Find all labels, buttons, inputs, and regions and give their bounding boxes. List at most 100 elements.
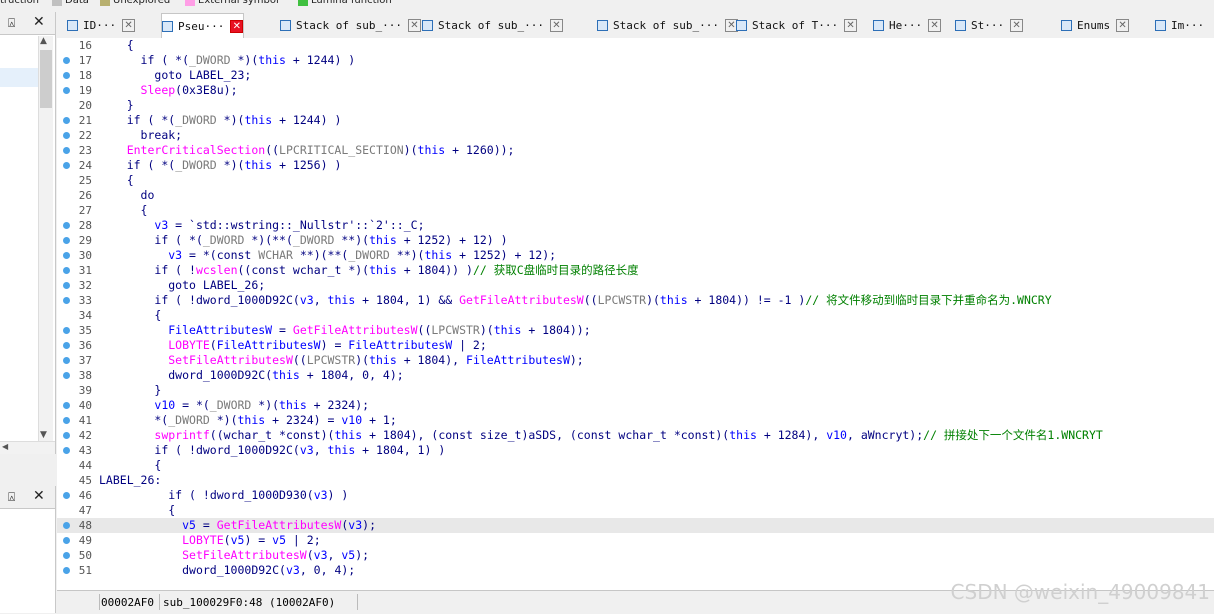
- pseudocode-view[interactable]: 16 {17 if ( *(_DWORD *)(this + 1244) ) 18…: [57, 38, 1214, 590]
- horizontal-scrollbar[interactable]: ◀: [0, 441, 55, 454]
- code-line[interactable]: 45 LABEL_26:: [57, 473, 1214, 488]
- tab-close-icon[interactable]: ✕: [1010, 18, 1024, 32]
- code-line[interactable]: 32 goto LABEL_26;: [57, 278, 1214, 293]
- vertical-scrollbar[interactable]: ▲ ▼: [38, 36, 53, 442]
- tab-9[interactable]: Enums ✕: [1061, 14, 1130, 36]
- code-line[interactable]: 44 {: [57, 458, 1214, 473]
- tab-label: Stack of sub_···: [438, 18, 544, 32]
- legend-label: External symbol: [198, 0, 279, 6]
- code-line[interactable]: 22 break;: [57, 128, 1214, 143]
- code-line[interactable]: 24 if ( *(_DWORD *)(this + 1256) ): [57, 158, 1214, 173]
- code-line[interactable]: 16 {: [57, 38, 1214, 53]
- tab-close-icon[interactable]: ✕: [122, 18, 136, 32]
- scroll-down-icon[interactable]: ▼: [40, 430, 47, 440]
- close-icon[interactable]: ✕: [33, 14, 45, 30]
- breakpoint-dot-icon[interactable]: [63, 402, 70, 409]
- breakpoint-dot-icon[interactable]: [63, 327, 70, 334]
- breakpoint-dot-icon[interactable]: [63, 372, 70, 379]
- breakpoint-dot-icon[interactable]: [63, 567, 70, 574]
- tab-close-icon[interactable]: ✕: [407, 18, 421, 32]
- tab-6[interactable]: Stack of T··· ✕: [736, 14, 858, 36]
- line-number: 33: [78, 294, 92, 307]
- breakpoint-dot-icon[interactable]: [63, 72, 70, 79]
- code-line[interactable]: 19 Sleep(0x3E8u);: [57, 83, 1214, 98]
- tab-3[interactable]: Stack of sub_··· ✕: [280, 14, 421, 36]
- code-line[interactable]: 37 SetFileAttributesW((LPCWSTR)(this + 1…: [57, 353, 1214, 368]
- code-text: dword_1000D92C(this + 1804, 0, 4);: [168, 368, 404, 382]
- code-line[interactable]: 21 if ( *(_DWORD *)(this + 1244) ): [57, 113, 1214, 128]
- pin-icon[interactable]: ⍓: [8, 16, 15, 31]
- code-line[interactable]: 23 EnterCriticalSection((LPCRITICAL_SECT…: [57, 143, 1214, 158]
- breakpoint-dot-icon[interactable]: [63, 357, 70, 364]
- breakpoint-dot-icon[interactable]: [63, 237, 70, 244]
- code-line[interactable]: 17 if ( *(_DWORD *)(this + 1244) ): [57, 53, 1214, 68]
- code-line[interactable]: 18 goto LABEL_23;: [57, 68, 1214, 83]
- code-line[interactable]: 39 }: [57, 383, 1214, 398]
- code-text: if ( !wcslen((const wchar_t *)(this + 18…: [154, 263, 639, 277]
- breakpoint-dot-icon[interactable]: [63, 252, 70, 259]
- breakpoint-dot-icon[interactable]: [63, 432, 70, 439]
- breakpoint-dot-icon[interactable]: [63, 147, 70, 154]
- scrollbar-thumb[interactable]: [40, 50, 52, 108]
- selected-row[interactable]: [0, 68, 38, 87]
- breakpoint-dot-icon[interactable]: [63, 117, 70, 124]
- scroll-up-icon[interactable]: ▲: [40, 36, 47, 46]
- code-line[interactable]: 46 if ( !dword_1000D930(v3) ): [57, 488, 1214, 503]
- code-text: if ( !dword_1000D92C(v3, this + 1804, 1)…: [154, 293, 1052, 307]
- code-line[interactable]: 27 {: [57, 203, 1214, 218]
- line-number: 21: [78, 114, 92, 127]
- code-line[interactable]: 30 v3 = *(const WCHAR **)(**(_DWORD **)(…: [57, 248, 1214, 263]
- breakpoint-dot-icon[interactable]: [63, 342, 70, 349]
- code-line[interactable]: 20 }: [57, 98, 1214, 113]
- code-line[interactable]: 34 {: [57, 308, 1214, 323]
- scroll-left-icon[interactable]: ◀: [2, 442, 8, 451]
- breakpoint-dot-icon[interactable]: [63, 447, 70, 454]
- tab-4[interactable]: Stack of sub_··· ✕: [422, 14, 563, 36]
- code-line[interactable]: 38 dword_1000D92C(this + 1804, 0, 4);: [57, 368, 1214, 383]
- code-line[interactable]: 42 swprintf((wchar_t *const)(this + 1804…: [57, 428, 1214, 443]
- tab-8[interactable]: St··· ✕: [955, 14, 1024, 36]
- breakpoint-dot-icon[interactable]: [63, 282, 70, 289]
- code-line[interactable]: 33 if ( !dword_1000D92C(v3, this + 1804,…: [57, 293, 1214, 308]
- breakpoint-dot-icon[interactable]: [63, 87, 70, 94]
- tab-close-icon[interactable]: ✕: [844, 18, 858, 32]
- breakpoint-dot-icon[interactable]: [63, 132, 70, 139]
- code-line[interactable]: 51 dword_1000D92C(v3, 0, 4);: [57, 563, 1214, 578]
- code-line[interactable]: 49 LOBYTE(v5) = v5 | 2;: [57, 533, 1214, 548]
- code-line[interactable]: 48 v5 = GetFileAttributesW(v3);: [57, 518, 1214, 533]
- code-line[interactable]: 43 if ( !dword_1000D92C(v3, this + 1804,…: [57, 443, 1214, 458]
- code-line[interactable]: 29 if ( *(_DWORD *)(**(_DWORD **)(this +…: [57, 233, 1214, 248]
- breakpoint-dot-icon[interactable]: [63, 552, 70, 559]
- tab-2[interactable]: Pseu··· ✕: [161, 13, 245, 38]
- tab-5[interactable]: Stack of sub_··· ✕: [597, 14, 738, 36]
- code-line[interactable]: 40 v10 = *(_DWORD *)(this + 2324);: [57, 398, 1214, 413]
- breakpoint-dot-icon[interactable]: [63, 297, 70, 304]
- code-line[interactable]: 28 v3 = `std::wstring::_Nullstr'::`2'::_…: [57, 218, 1214, 233]
- code-line[interactable]: 50 SetFileAttributesW(v3, v5);: [57, 548, 1214, 563]
- breakpoint-dot-icon[interactable]: [63, 57, 70, 64]
- tab-close-icon[interactable]: ✕: [1116, 18, 1130, 32]
- tab-close-icon[interactable]: ✕: [230, 19, 244, 33]
- breakpoint-dot-icon[interactable]: [63, 267, 70, 274]
- code-line[interactable]: 25 {: [57, 173, 1214, 188]
- breakpoint-dot-icon[interactable]: [63, 162, 70, 169]
- tab-7[interactable]: He··· ✕: [873, 14, 942, 36]
- code-line[interactable]: 31 if ( !wcslen((const wchar_t *)(this +…: [57, 263, 1214, 278]
- legend-label: Unexplored: [113, 0, 171, 6]
- tab-close-icon[interactable]: ✕: [928, 18, 942, 32]
- code-line[interactable]: 41 *(_DWORD *)(this + 2324) = v10 + 1;: [57, 413, 1214, 428]
- tab-10[interactable]: Im···: [1155, 14, 1204, 36]
- code-line[interactable]: 35 FileAttributesW = GetFileAttributesW(…: [57, 323, 1214, 338]
- code-line[interactable]: 36 LOBYTE(FileAttributesW) = FileAttribu…: [57, 338, 1214, 353]
- breakpoint-dot-icon[interactable]: [63, 222, 70, 229]
- breakpoint-dot-icon[interactable]: [63, 417, 70, 424]
- code-line[interactable]: 26 do: [57, 188, 1214, 203]
- close-icon[interactable]: ✕: [33, 488, 45, 504]
- tab-1[interactable]: ID··· ✕: [67, 14, 136, 36]
- pin-icon[interactable]: ⍓: [8, 490, 15, 505]
- tab-close-icon[interactable]: ✕: [549, 18, 563, 32]
- breakpoint-dot-icon[interactable]: [63, 522, 70, 529]
- breakpoint-dot-icon[interactable]: [63, 537, 70, 544]
- code-line[interactable]: 47 {: [57, 503, 1214, 518]
- breakpoint-dot-icon[interactable]: [63, 492, 70, 499]
